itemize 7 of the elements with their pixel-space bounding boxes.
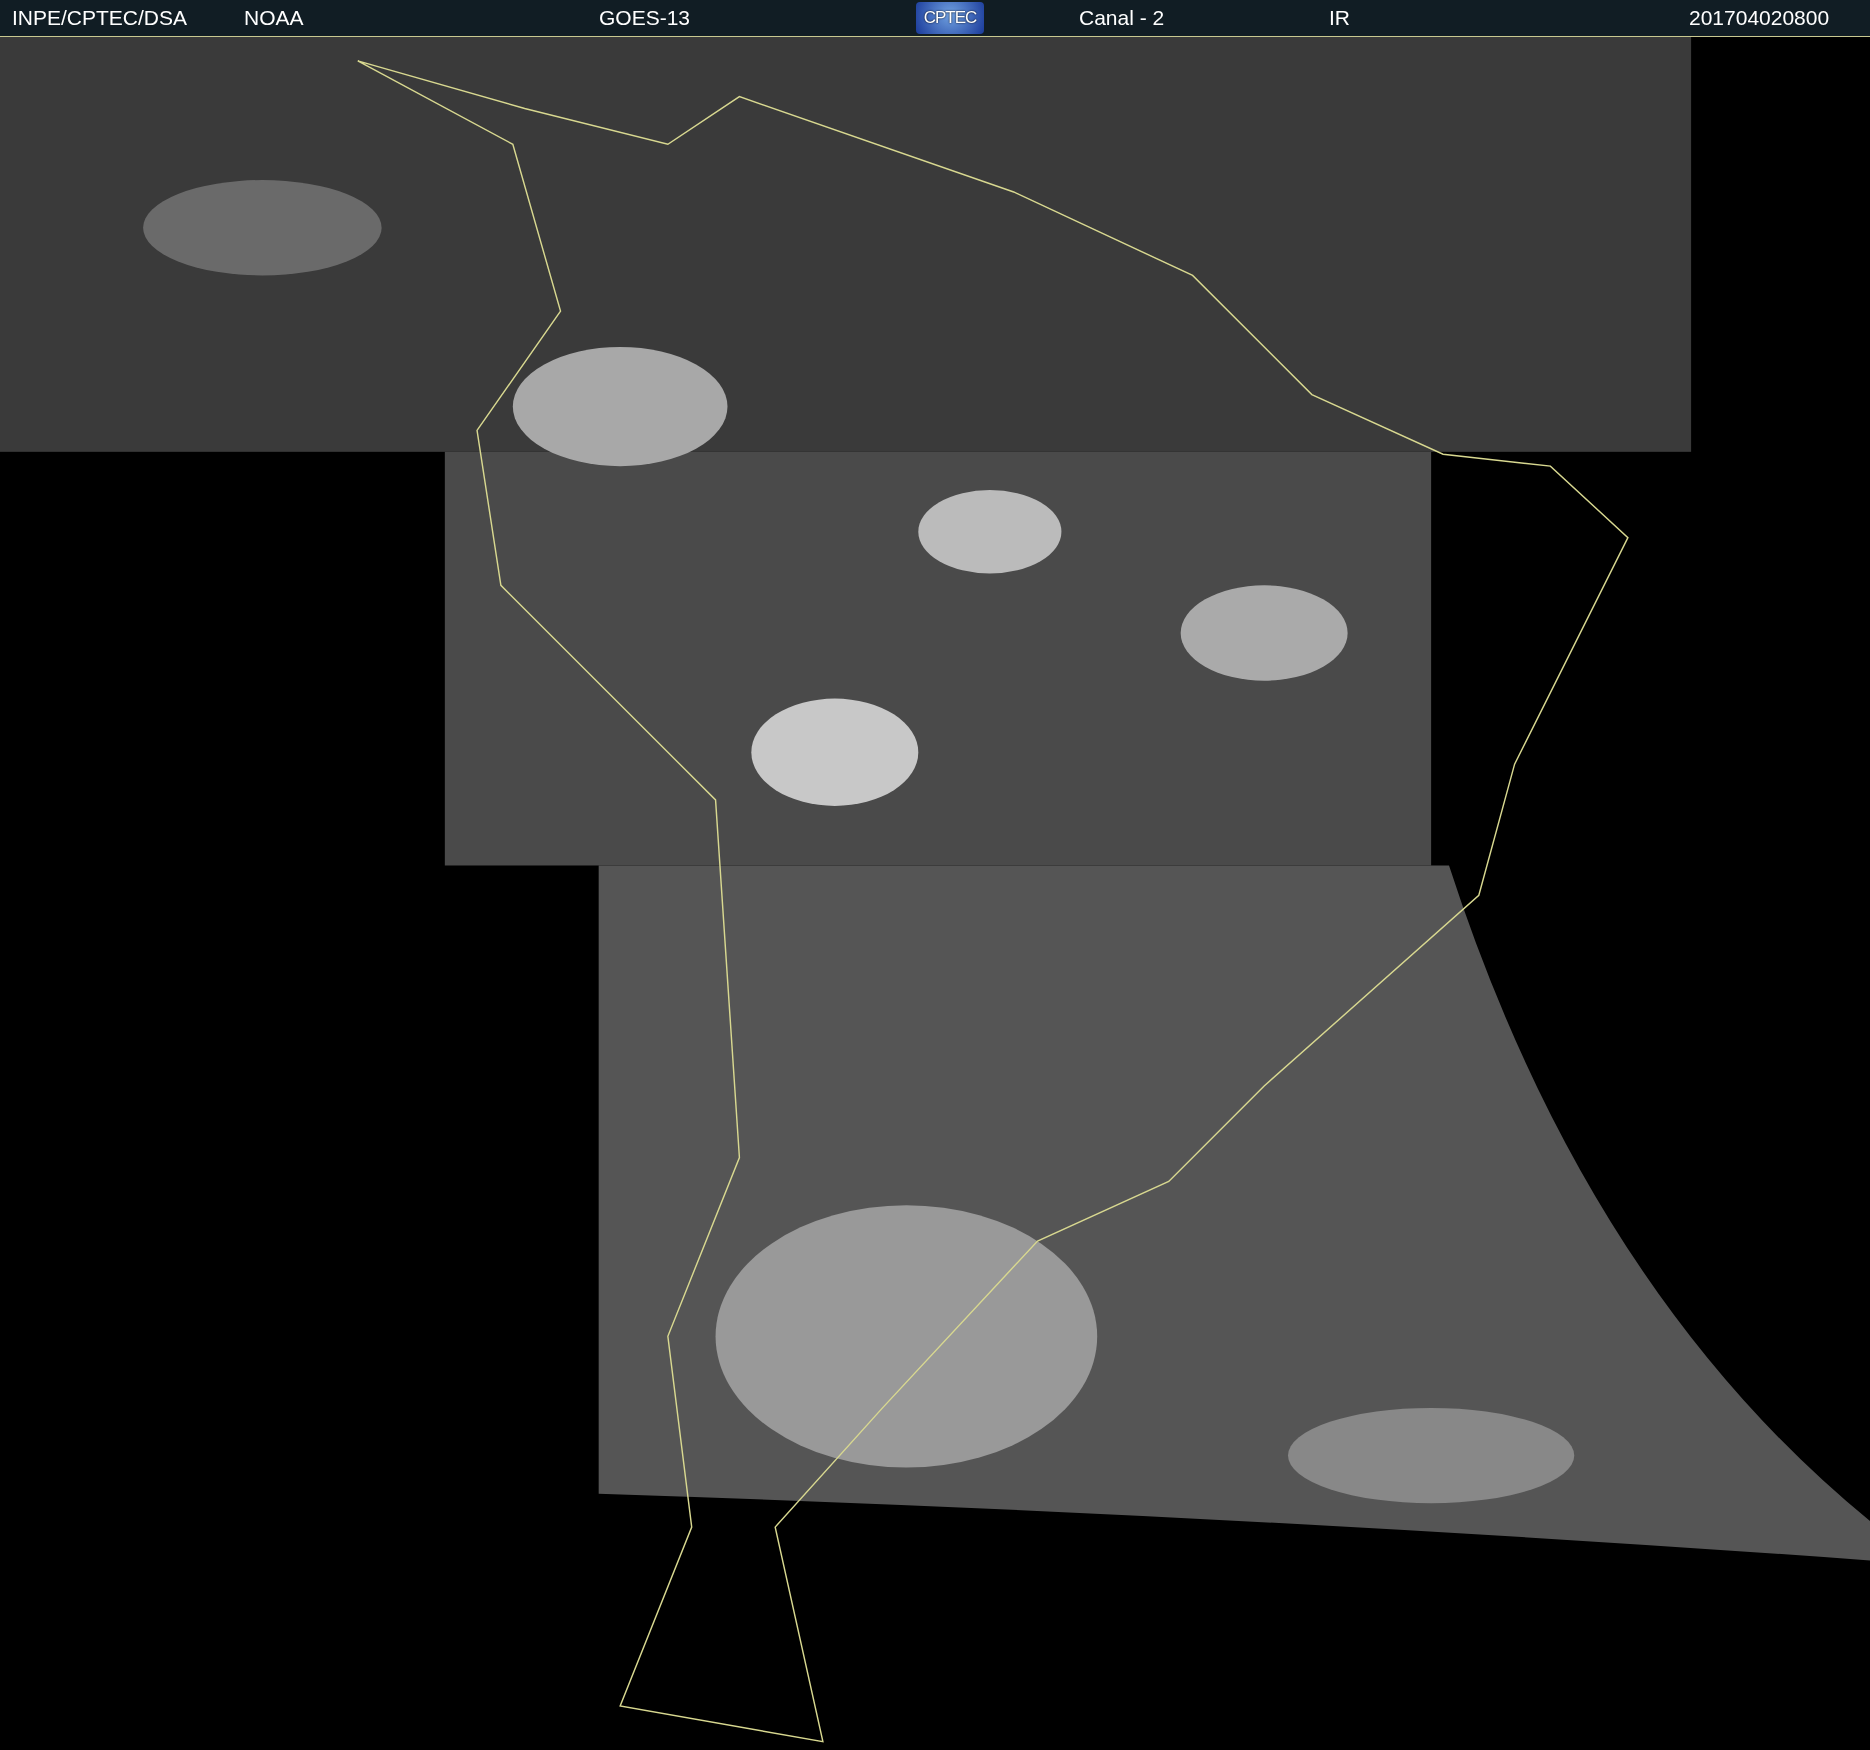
timestamp-label: 201704020800 bbox=[1689, 6, 1831, 30]
channel-label: Canal - 2 bbox=[1079, 6, 1166, 30]
band-label: IR bbox=[1329, 6, 1351, 30]
agency-label: NOAA bbox=[244, 6, 305, 30]
cptec-logo: CPTEC bbox=[916, 2, 984, 34]
source-label: INPE/CPTEC/DSA bbox=[12, 6, 189, 30]
satellite-label: GOES-13 bbox=[599, 6, 692, 30]
